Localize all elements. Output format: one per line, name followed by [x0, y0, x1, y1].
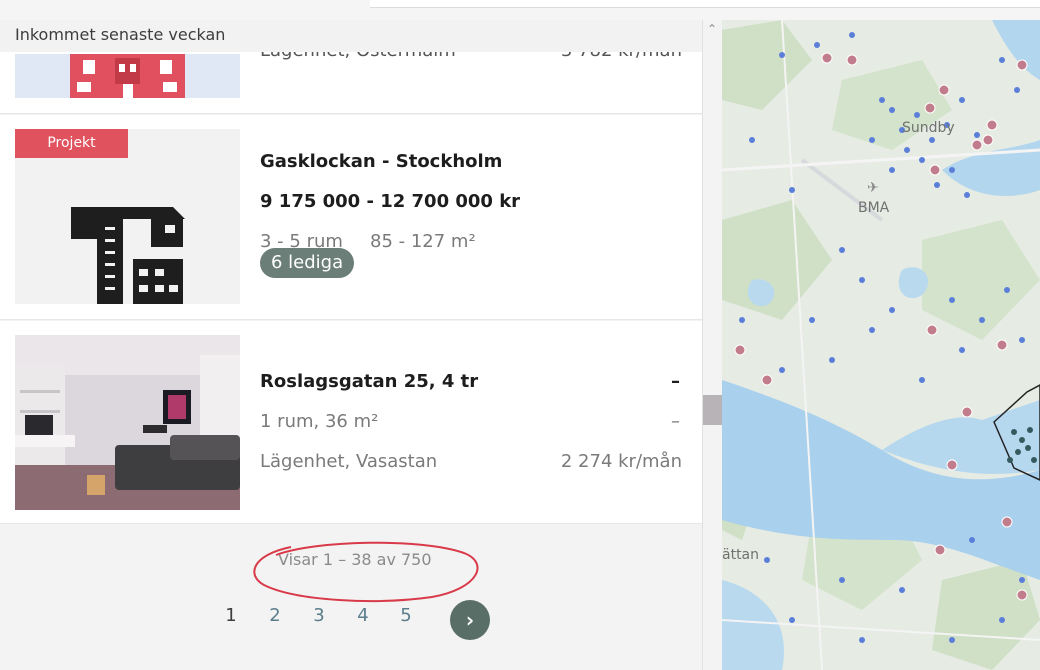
listing-card-roslagsgatan[interactable]: Roslagsgatan 25, 4 tr – 1 rum, 36 m² – L… [0, 321, 702, 524]
listing-price: – [671, 371, 680, 392]
listing-location: Lägenhet, Vasastan [260, 451, 438, 472]
list-section-header: Inkommet senaste veckan [0, 20, 702, 52]
available-units-badge: 6 lediga [260, 248, 355, 278]
listing-card-gasklockan[interactable]: Projekt Gasklockan - Stockholm 9 175 000… [0, 115, 702, 320]
listing-rent: 2 274 kr/mån [560, 451, 682, 472]
page-4-link[interactable]: 4 [348, 605, 378, 626]
listing-rooms-area: 1 rum, 36 m² [260, 411, 379, 432]
map-view[interactable]: Sundby ✈ BMA ättan [722, 20, 1040, 670]
listing-photo [15, 335, 240, 510]
listing-price-per-sqm: – [671, 411, 680, 432]
listing-area: 85 - 127 m² [370, 231, 476, 252]
top-strip [0, 0, 1040, 20]
page-5-link[interactable]: 5 [391, 605, 421, 626]
map-canvas [722, 20, 1040, 670]
section-title: Inkommet senaste veckan [15, 25, 226, 44]
page-2-link[interactable]: 2 [260, 605, 290, 626]
airport-icon: ✈ [867, 180, 879, 196]
search-input-edge[interactable] [370, 0, 1040, 8]
map-label-bma: BMA [858, 200, 890, 216]
resize-handle[interactable] [703, 395, 723, 425]
map-label-sundby: Sundby [902, 120, 955, 136]
listing-title[interactable]: Roslagsgatan 25, 4 tr [260, 371, 478, 392]
panel-divider[interactable]: ⌃ [702, 20, 723, 670]
red-circle-annotation [253, 541, 479, 602]
next-page-button[interactable]: › [450, 600, 490, 640]
scroll-up-icon[interactable]: ⌃ [707, 22, 717, 36]
listing-title[interactable]: Gasklockan - Stockholm [260, 151, 502, 172]
map-label-attan: ättan [722, 547, 760, 563]
page-3-link[interactable]: 3 [304, 605, 334, 626]
listing-price: 9 175 000 - 12 700 000 kr [260, 191, 521, 212]
next-chevron-icon: › [465, 608, 475, 632]
app-window: Inkommet senaste veckan Lägenhet, Ös [0, 0, 1040, 670]
project-badge: Projekt [15, 129, 128, 158]
building-illustration [15, 54, 240, 98]
page-1-link[interactable]: 1 [216, 605, 246, 626]
